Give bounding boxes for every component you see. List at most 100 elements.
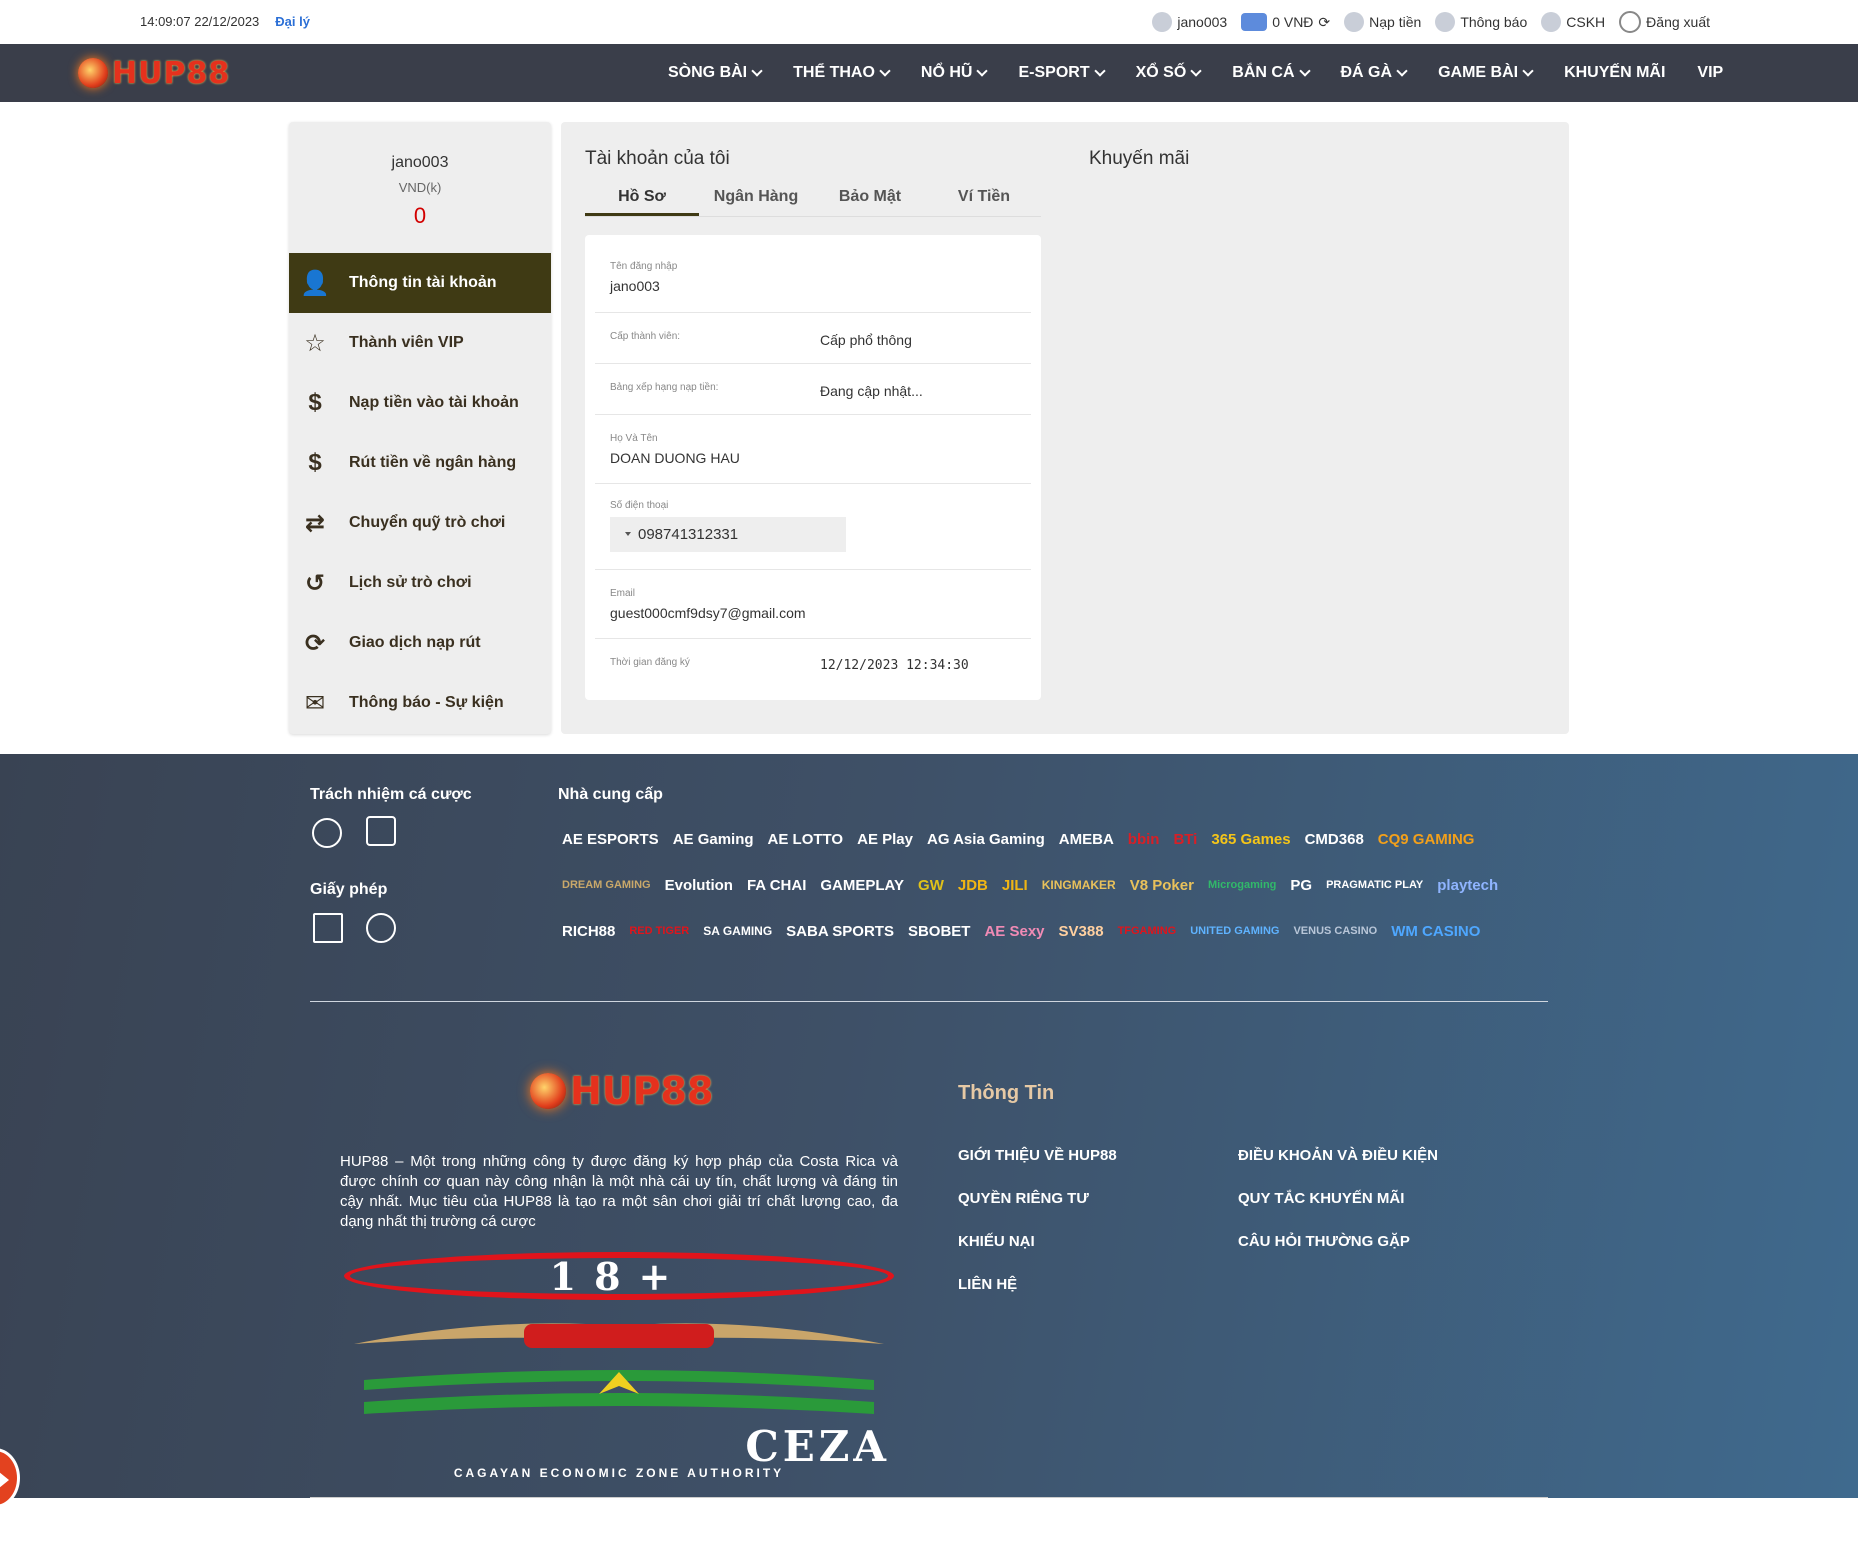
nav-casino[interactable]: SÒNG BÀI	[652, 64, 777, 82]
provider-logo[interactable]: TFGAMING	[1114, 911, 1181, 951]
provider-logo[interactable]: GW	[914, 865, 948, 905]
field-label: Cấp thành viên:	[610, 331, 681, 342]
provider-logo[interactable]: SA GAMING	[699, 911, 776, 951]
balance-label: 0 VNĐ	[1272, 14, 1314, 30]
footer-link-about[interactable]: GIỚI THIỆU VỀ HUP88	[958, 1134, 1117, 1177]
providers-title: Nhà cung cấp	[558, 786, 663, 803]
footer-link-complaints[interactable]: KHIẾU NẠI	[958, 1220, 1117, 1263]
refresh-icon[interactable]: ⟳	[1318, 14, 1330, 31]
chevron-down-icon	[1190, 65, 1202, 77]
chevron-down-icon	[1396, 65, 1408, 77]
tab-profile[interactable]: Hồ Sơ	[585, 180, 699, 216]
provider-logo[interactable]: AE Gaming	[669, 819, 758, 859]
provider-logo[interactable]: VENUS CASINO	[1289, 911, 1381, 951]
nav-cockfight[interactable]: ĐÁ GÀ	[1325, 64, 1423, 82]
level-row: Cấp thành viên: Cấp phổ thông	[595, 313, 1031, 364]
datetime: 14:09:07 22/12/2023	[140, 14, 260, 29]
deposit-link[interactable]: Nạp tiền	[1344, 12, 1421, 32]
main-navbar: HUP88 SÒNG BÀI THỂ THAO NỔ HŨ E-SPORT XỔ…	[0, 44, 1858, 102]
top-left: 14:09:07 22/12/2023 Đại lý	[140, 14, 310, 29]
provider-logo[interactable]: AE Sexy	[980, 911, 1048, 951]
provider-logo[interactable]: AE ESPORTS	[558, 819, 663, 859]
nav-sports[interactable]: THỂ THAO	[777, 64, 905, 82]
provider-logo[interactable]: KINGMAKER	[1038, 865, 1120, 905]
provider-logo[interactable]: RICH88	[558, 911, 619, 951]
notifications-link[interactable]: Thông báo	[1435, 12, 1527, 32]
provider-logo[interactable]: PG	[1286, 865, 1316, 905]
site-logo[interactable]: HUP88	[78, 52, 258, 94]
age-18-badge: 18+	[344, 1252, 894, 1300]
logout-link[interactable]: Đăng xuất	[1619, 11, 1710, 33]
nav-lottery[interactable]: XỔ SỐ	[1120, 64, 1217, 82]
tab-bank[interactable]: Ngân Hàng	[699, 180, 813, 216]
page-title: Tài khoản của tôi	[585, 148, 730, 169]
provider-logo[interactable]: SV388	[1055, 911, 1108, 951]
sidebar-item-label: Thông tin tài khoản	[349, 274, 497, 291]
provider-logo[interactable]: playtech	[1433, 865, 1502, 905]
sidebar-item-account-info[interactable]: 👤 Thông tin tài khoản	[289, 253, 551, 313]
tab-wallet[interactable]: Ví Tiền	[927, 180, 1041, 216]
provider-logo[interactable]: FA CHAI	[743, 865, 810, 905]
provider-logo[interactable]: Evolution	[661, 865, 737, 905]
sidebar-username: jano003	[391, 154, 449, 171]
fullname-value: DOAN DUONG HAU	[610, 450, 740, 466]
provider-logo[interactable]: RED TIGER	[625, 911, 693, 951]
provider-logo[interactable]: UNITED GAMING	[1186, 911, 1283, 951]
sidebar-item-transfer[interactable]: ⇄ Chuyển quỹ trò chơi	[289, 493, 551, 553]
footer-link-terms[interactable]: ĐIỀU KHOẢN VÀ ĐIỀU KIỆN	[1238, 1134, 1438, 1177]
provider-logo[interactable]: SABA SPORTS	[782, 911, 898, 951]
provider-logo[interactable]: BTi	[1169, 819, 1201, 859]
history-icon: ↺	[304, 569, 326, 597]
star-icon: ☆	[304, 329, 326, 357]
sidebar-item-label: Lịch sử trò chơi	[349, 574, 472, 591]
provider-logo[interactable]: SBOBET	[904, 911, 975, 951]
chevron-down-icon	[1522, 65, 1534, 77]
nav-promotions[interactable]: KHUYẾN MÃI	[1548, 64, 1681, 82]
provider-logo[interactable]: PRAGMATIC PLAY	[1322, 865, 1427, 905]
field-label: Họ Và Tên	[610, 433, 658, 444]
footer-link-privacy[interactable]: QUYỀN RIÊNG TƯ	[958, 1177, 1117, 1220]
provider-logo[interactable]: CQ9 GAMING	[1374, 819, 1479, 859]
provider-logo[interactable]: WM CASINO	[1387, 911, 1484, 951]
nav-slots[interactable]: NỔ HŨ	[905, 64, 1003, 82]
balance-display[interactable]: 0 VNĐ ⟳	[1241, 13, 1330, 31]
provider-logo[interactable]: AE LOTTO	[764, 819, 848, 859]
footer-link-faq[interactable]: CÂU HỎI THƯỜNG GẶP	[1238, 1220, 1438, 1263]
provider-logo[interactable]: AE Play	[853, 819, 917, 859]
support-link[interactable]: CSKH	[1541, 12, 1605, 32]
nav-cardgames[interactable]: GAME BÀI	[1422, 64, 1548, 82]
user-menu[interactable]: jano003	[1152, 12, 1227, 32]
provider-logo[interactable]: GAMEPLAY	[816, 865, 908, 905]
logout-label: Đăng xuất	[1646, 14, 1710, 30]
ceza-subtitle: CAGAYAN ECONOMIC ZONE AUTHORITY	[453, 1466, 785, 1480]
provider-logo[interactable]: AMEBA	[1055, 819, 1118, 859]
footer-logo[interactable]: HUP88	[530, 1069, 713, 1113]
login-value: jano003	[610, 278, 660, 294]
provider-logo[interactable]: 365 Games	[1207, 819, 1294, 859]
sidebar-item-notifications[interactable]: ✉ Thông báo - Sự kiện	[289, 673, 551, 733]
provider-logo[interactable]: V8 Poker	[1126, 865, 1198, 905]
email-value: guest000cmf9dsy7@gmail.com	[610, 605, 806, 621]
sidebar-item-transactions[interactable]: ⟳ Giao dịch nạp rút	[289, 613, 551, 673]
agent-link[interactable]: Đại lý	[275, 14, 310, 29]
field-label: Số điện thoại	[610, 500, 669, 511]
footer-link-promo-rules[interactable]: QUY TẮC KHUYẾN MÃI	[1238, 1177, 1438, 1220]
sidebar-item-vip[interactable]: ☆ Thành viên VIP	[289, 313, 551, 373]
sidebar-item-game-history[interactable]: ↺ Lịch sử trò chơi	[289, 553, 551, 613]
mail-icon: ✉	[304, 689, 326, 717]
nav-fishing[interactable]: BẮN CÁ	[1216, 64, 1324, 82]
provider-logo[interactable]: AG Asia Gaming	[923, 819, 1049, 859]
tab-security[interactable]: Bảo Mật	[813, 180, 927, 216]
phone-field[interactable]: 098741312331	[610, 517, 846, 552]
nav-esport[interactable]: E-SPORT	[1002, 64, 1119, 82]
footer-link-contact[interactable]: LIÊN HỆ	[958, 1263, 1117, 1306]
provider-logo[interactable]: DREAM GAMING	[558, 865, 655, 905]
sidebar-item-withdraw[interactable]: $ Rút tiền về ngân hàng	[289, 433, 551, 493]
sidebar-item-deposit[interactable]: $ Nạp tiền vào tài khoản	[289, 373, 551, 433]
provider-logo[interactable]: bbin	[1124, 819, 1164, 859]
provider-logo[interactable]: CMD368	[1301, 819, 1368, 859]
nav-vip[interactable]: VIP	[1681, 64, 1739, 82]
provider-logo[interactable]: JILI	[998, 865, 1032, 905]
provider-logo[interactable]: Microgaming	[1204, 865, 1280, 905]
provider-logo[interactable]: JDB	[954, 865, 992, 905]
